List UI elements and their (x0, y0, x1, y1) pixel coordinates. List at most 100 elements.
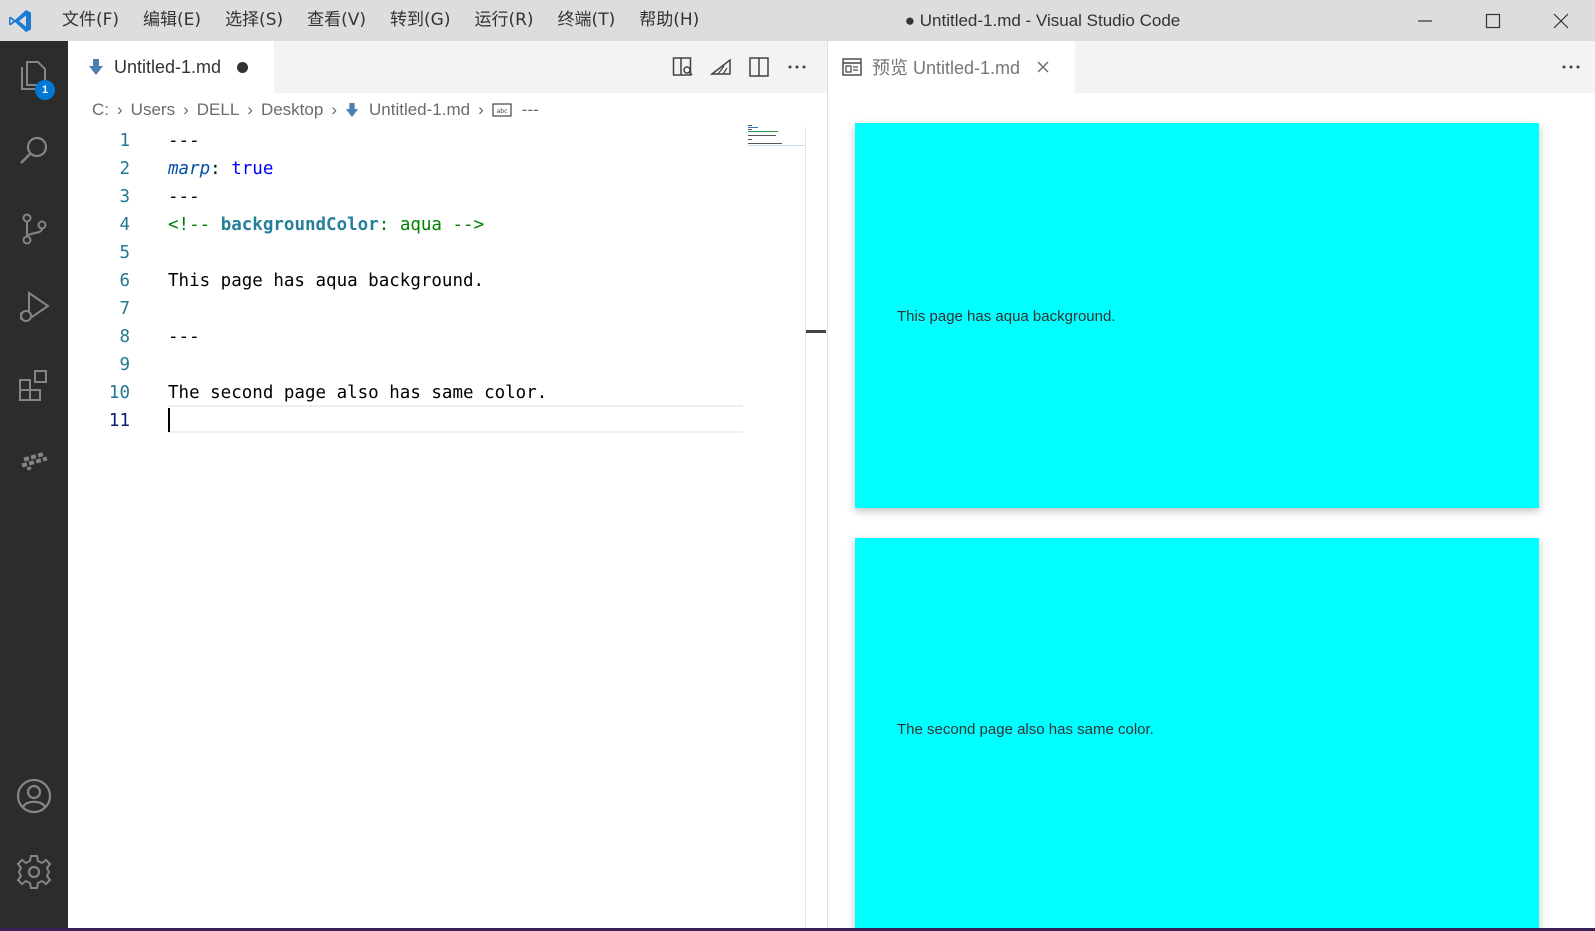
maximize-icon (1485, 13, 1501, 28)
editor-tabs: Untitled-1.md (68, 41, 827, 93)
close-window-button[interactable] (1527, 0, 1595, 41)
breadcrumb-desktop[interactable]: Desktop (261, 100, 323, 120)
explorer-badge: 1 (35, 80, 55, 100)
yaml-value: true (231, 159, 274, 179)
activity-source-control[interactable] (0, 195, 68, 263)
preview-more-actions-button[interactable] (1559, 55, 1583, 79)
chevron-right-icon: › (331, 100, 337, 119)
breadcrumb-users[interactable]: Users (131, 100, 175, 120)
slide-text: This page has aqua background. (897, 308, 1116, 325)
string-symbol-icon: abc (492, 103, 512, 117)
marp-export-button[interactable] (709, 55, 733, 79)
code-line: 2 marp: true (68, 155, 806, 183)
menu-edit[interactable]: 编辑(E) (131, 0, 213, 41)
editor-scrollbar[interactable] (805, 127, 806, 931)
run-debug-icon (19, 291, 50, 322)
code-line: 5 (68, 239, 806, 267)
minimap[interactable] (748, 125, 806, 155)
line-text: --- (168, 327, 200, 347)
line-number: 1 (119, 131, 130, 151)
code-line: 4 <!-- backgroundColor: aqua --> (68, 211, 806, 239)
line-number: 3 (119, 187, 130, 207)
menu-run[interactable]: 运行(R) (462, 0, 545, 41)
marp-icon (21, 452, 48, 471)
title-bar: 文件(F) 编辑(E) 选择(S) 查看(V) 转到(G) 运行(R) 终端(T… (0, 0, 1595, 41)
source-control-icon (22, 213, 47, 245)
breadcrumb-drive[interactable]: C: (92, 100, 109, 120)
menu-selection[interactable]: 选择(S) (213, 0, 295, 41)
code-line: 6 This page has aqua background. (68, 267, 806, 295)
tab-preview[interactable]: 预览 Untitled-1.md (828, 41, 1075, 93)
line-text: marp: true (168, 155, 273, 183)
maximize-button[interactable] (1459, 0, 1527, 41)
activity-manage[interactable] (0, 838, 68, 906)
code-line: 3 --- (68, 183, 806, 211)
activity-search[interactable] (0, 117, 68, 185)
breadcrumb-symbol[interactable]: abc --- (492, 100, 539, 120)
activity-bar: 1 (0, 41, 68, 931)
menu-view[interactable]: 查看(V) (295, 0, 378, 41)
line-number: 10 (108, 383, 130, 403)
marp-triangle-icon (710, 58, 731, 75)
minimize-icon (1418, 19, 1432, 22)
activity-marp[interactable] (0, 427, 68, 495)
close-tab-button[interactable] (1034, 58, 1052, 76)
ellipsis-icon (1562, 65, 1580, 69)
activity-explorer[interactable]: 1 (0, 41, 68, 109)
directive-value: aqua (399, 215, 442, 235)
yaml-key: marp (168, 159, 211, 179)
breadcrumb-file[interactable]: Untitled-1.md (345, 100, 470, 120)
markdown-file-icon (89, 59, 103, 75)
menu-go[interactable]: 转到(G) (378, 0, 462, 41)
preview-icon (842, 58, 862, 76)
scrollbar-cursor-marker (806, 330, 826, 333)
line-text: <!-- backgroundColor: aqua --> (168, 211, 484, 239)
more-actions-button[interactable] (785, 55, 809, 79)
line-number: 5 (119, 243, 130, 263)
line-text: --- (168, 131, 200, 151)
ellipsis-icon (788, 65, 806, 69)
chevron-right-icon: › (117, 100, 123, 119)
menu-bar: 文件(F) 编辑(E) 选择(S) 查看(V) 转到(G) 运行(R) 终端(T… (50, 0, 711, 41)
split-editor-button[interactable] (747, 55, 771, 79)
menu-help[interactable]: 帮助(H) (627, 0, 711, 41)
activity-run-debug[interactable] (0, 273, 68, 341)
open-preview-to-side-button[interactable] (671, 55, 695, 79)
close-icon (1553, 13, 1569, 28)
code-line: 7 (68, 295, 806, 323)
code-editor[interactable]: 1 --- 2 marp: true 3 --- 4 <!-- backgrou… (68, 127, 806, 931)
chevron-right-icon: › (247, 100, 253, 119)
markdown-file-icon (345, 103, 359, 117)
tab-untitled-1[interactable]: Untitled-1.md (68, 41, 274, 93)
minimize-button[interactable] (1391, 0, 1459, 41)
menu-file[interactable]: 文件(F) (50, 0, 131, 41)
breadcrumb: C: › Users › DELL › Desktop › Untitled-1… (92, 97, 539, 123)
vscode-logo-icon[interactable] (0, 0, 40, 41)
activity-extensions[interactable] (0, 351, 68, 419)
split-editor-icon (749, 57, 769, 77)
activity-accounts[interactable] (0, 762, 68, 830)
editor-actions (671, 41, 809, 93)
window-controls (1391, 0, 1595, 41)
code-line: 10 The second page also has same color. (68, 379, 806, 407)
editor-group-preview: 预览 Untitled-1.md This page has aqua back… (828, 41, 1595, 931)
preview-slide-2: The second page also has same color. (855, 538, 1539, 931)
slide-text: The second page also has same color. (897, 721, 1154, 738)
tab-label: Untitled-1.md (114, 56, 222, 77)
breadcrumb-dell[interactable]: DELL (197, 100, 240, 120)
code-line: 9 (68, 351, 806, 379)
code-line: 1 --- (68, 127, 806, 155)
code-line: 8 --- (68, 323, 806, 351)
gear-icon (16, 855, 52, 889)
close-icon (1037, 61, 1049, 73)
menu-terminal[interactable]: 终端(T) (546, 0, 628, 41)
text-cursor (168, 408, 170, 432)
comment-open: <!-- (168, 215, 221, 235)
unsaved-dot-icon[interactable] (237, 61, 249, 73)
account-icon (16, 778, 52, 814)
line-number: 4 (119, 215, 130, 235)
tab-preview-label: 预览 Untitled-1.md (872, 58, 1021, 78)
extensions-icon (19, 370, 47, 401)
chevron-right-icon: › (478, 100, 484, 119)
directive-colon: : (378, 215, 400, 235)
